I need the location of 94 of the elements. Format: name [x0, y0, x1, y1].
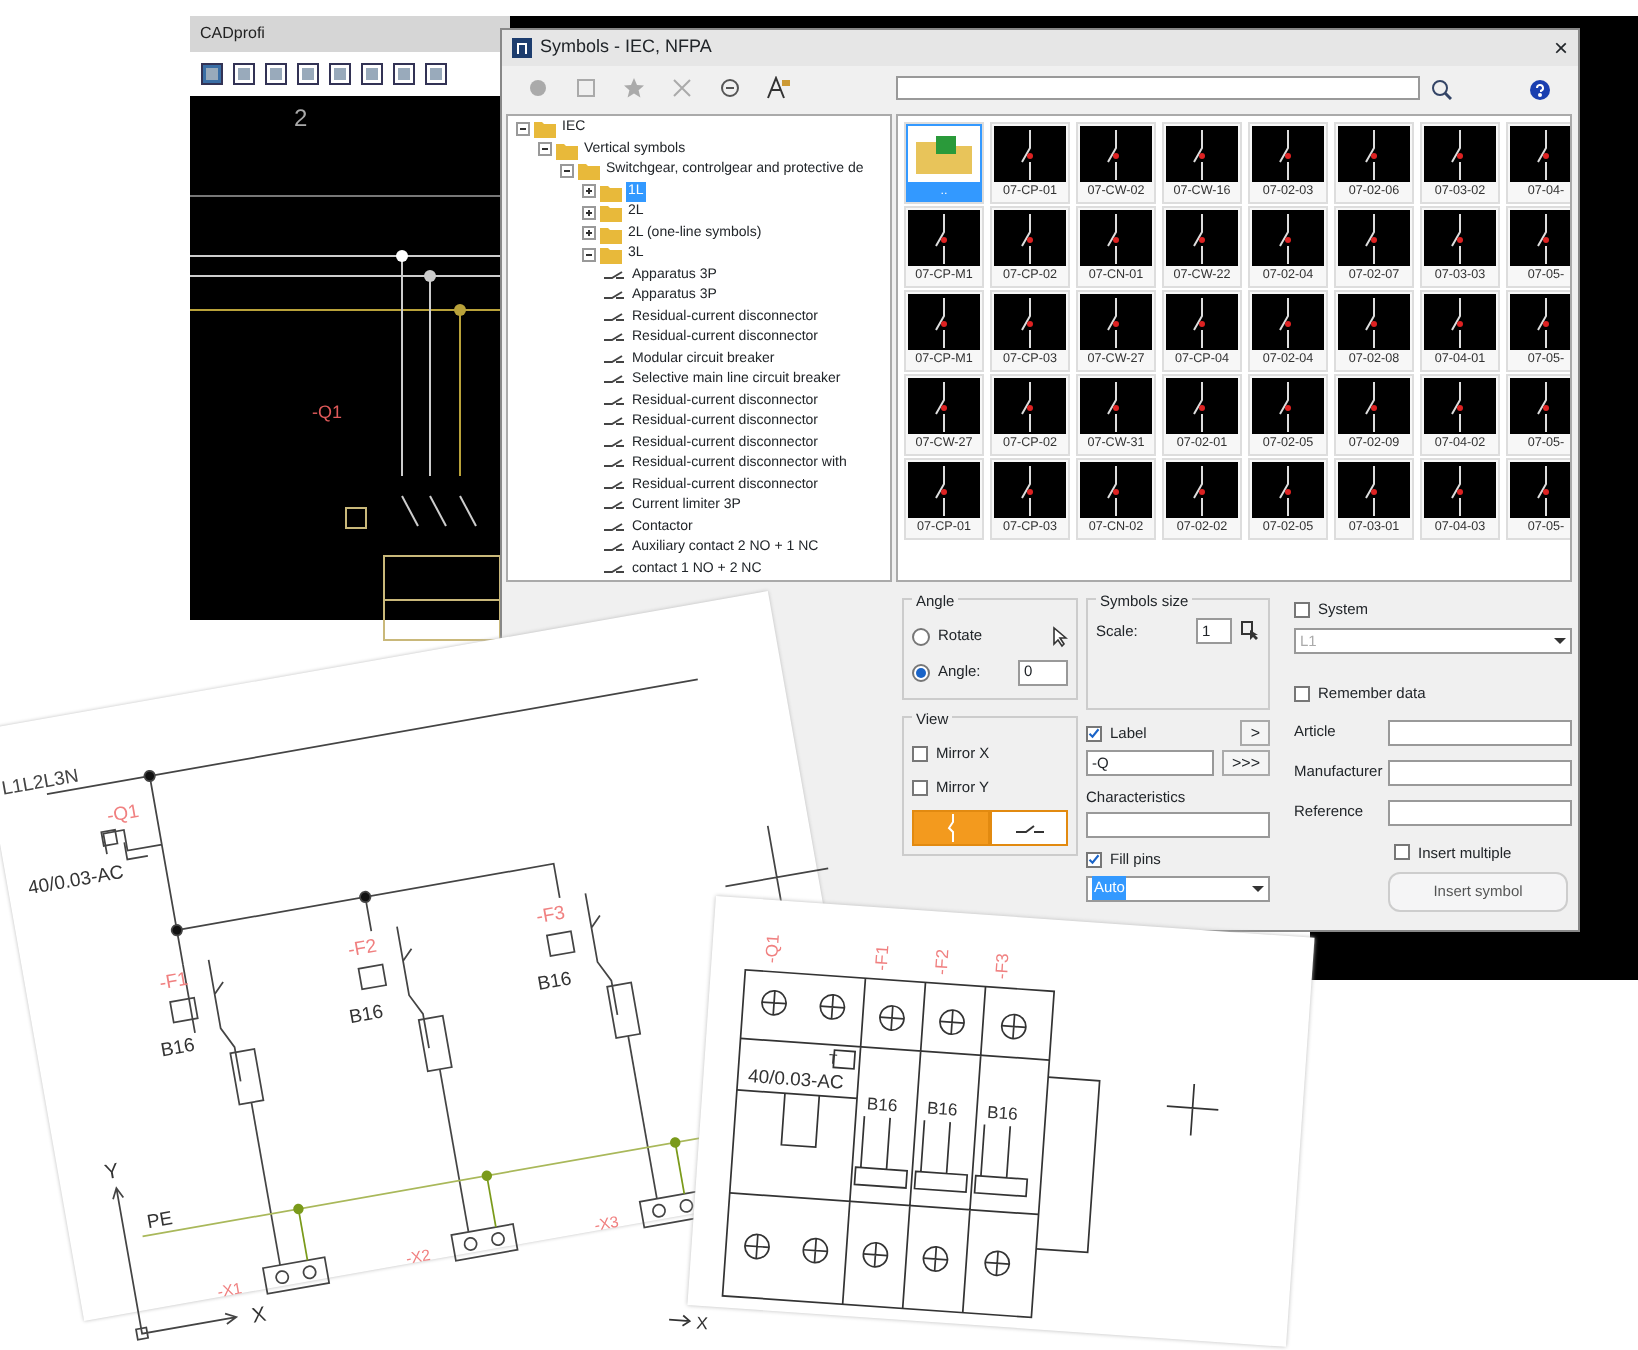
folder-icon	[600, 202, 622, 223]
checkbox[interactable]	[912, 779, 928, 795]
rating-label: B16	[986, 1101, 1019, 1124]
rating-label: B16	[866, 1093, 899, 1116]
text-field[interactable]	[1388, 719, 1572, 745]
window-title: CADprofi	[190, 16, 510, 52]
folder-icon	[600, 181, 622, 202]
switch-icon	[604, 521, 626, 534]
switch-icon	[604, 395, 626, 408]
switch-icon	[604, 563, 626, 576]
search-icon[interactable]	[1430, 78, 1452, 100]
pointer-icon[interactable]	[1052, 625, 1068, 647]
pick-icon[interactable]	[1240, 620, 1260, 642]
expand-icon[interactable]	[582, 205, 596, 220]
toolbar-icon[interactable]	[424, 62, 448, 86]
collapse-icon[interactable]	[516, 121, 530, 136]
checkbox[interactable]	[1086, 851, 1102, 868]
switch-icon	[604, 479, 626, 492]
rating-label: 40/0.03-AC	[26, 861, 126, 901]
device-tag: -Q1	[105, 800, 141, 829]
device-tag: -F2	[346, 935, 379, 963]
toolbar-icon[interactable]	[200, 62, 224, 86]
device-tag: -F1	[158, 968, 191, 996]
next-button[interactable]: >	[1240, 720, 1270, 746]
crosshair-cursor	[1166, 1083, 1220, 1137]
device-tag: -F3	[534, 902, 567, 929]
checkbox[interactable]	[912, 745, 928, 761]
device-tag: -F1	[870, 944, 893, 972]
horizontal-switch-icon	[1015, 823, 1043, 833]
axis-label: X	[695, 1312, 709, 1334]
device-tag: -F2	[930, 948, 953, 976]
font-icon[interactable]	[766, 76, 790, 100]
app-icon	[512, 38, 532, 58]
switch-icon	[604, 374, 626, 387]
check-icon	[1088, 852, 1100, 867]
switch-icon	[604, 353, 626, 366]
switch-icon	[604, 542, 626, 555]
close-button[interactable]: ×	[1553, 30, 1568, 66]
switch-icon	[604, 458, 626, 471]
folder-icon	[600, 244, 622, 265]
help-icon[interactable]	[1530, 80, 1550, 100]
folder-icon	[908, 126, 980, 182]
ruler-label: 2	[294, 102, 308, 136]
axis-label: Y	[103, 1161, 121, 1186]
switch-icon	[604, 290, 626, 303]
next-all-button[interactable]: >>>	[1221, 750, 1270, 776]
collapse-icon[interactable]	[582, 247, 596, 262]
switch-icon	[604, 269, 626, 282]
rating-label: 40/0.03-AC	[747, 1066, 845, 1095]
radio-button[interactable]	[912, 663, 930, 681]
expand-icon[interactable]	[582, 184, 596, 199]
check-icon	[1088, 726, 1100, 740]
checkbox[interactable]	[1086, 725, 1102, 741]
checkbox[interactable]	[1394, 844, 1410, 861]
checkbox[interactable]	[1294, 685, 1310, 702]
switch-icon	[604, 500, 626, 513]
switch-icon	[604, 332, 626, 345]
toolbar-icon[interactable]	[232, 62, 256, 86]
toolbar-icon[interactable]	[360, 62, 384, 86]
device-tag: -F3	[990, 952, 1013, 980]
folder-icon	[600, 223, 622, 244]
switch-icon	[604, 416, 626, 429]
search-field[interactable]	[896, 76, 1420, 100]
rating-label: B16	[347, 1001, 385, 1030]
text-field[interactable]	[1388, 759, 1572, 785]
star-icon[interactable]	[622, 76, 646, 100]
folder-icon	[534, 118, 556, 139]
switch-icon	[604, 437, 626, 450]
folder-icon	[578, 160, 600, 181]
axis-label: X	[250, 1304, 268, 1329]
characteristics-field[interactable]	[1086, 812, 1270, 839]
device-tag: -Q1	[760, 933, 783, 964]
text-field[interactable]	[1388, 799, 1572, 825]
collapse-icon[interactable]	[560, 163, 574, 178]
axis-arrow	[668, 1314, 692, 1327]
bus-label: L1L2L3N	[0, 765, 81, 801]
collapse-icon[interactable]	[538, 142, 552, 157]
orientation-button[interactable]	[990, 810, 1068, 846]
rating-label: B16	[926, 1097, 959, 1120]
switch-icon	[604, 311, 626, 324]
toolbar-icon[interactable]	[296, 62, 320, 86]
radio-button[interactable]	[912, 627, 930, 645]
rating-label: B16	[159, 1034, 197, 1063]
vertical-switch-icon	[945, 814, 957, 842]
toolbar-icon[interactable]	[392, 62, 416, 86]
dialog-title: Symbols - IEC, NFPA	[540, 34, 712, 61]
pe-label: PE	[145, 1208, 175, 1235]
toolbar-icon[interactable]	[328, 62, 352, 86]
toolbar-icon[interactable]	[264, 62, 288, 86]
device-tag: -Q1	[312, 400, 343, 427]
caret-icon[interactable]	[1252, 885, 1264, 891]
expand-icon[interactable]	[582, 226, 596, 241]
rating-label: B16	[536, 968, 574, 996]
folder-icon	[556, 139, 578, 160]
